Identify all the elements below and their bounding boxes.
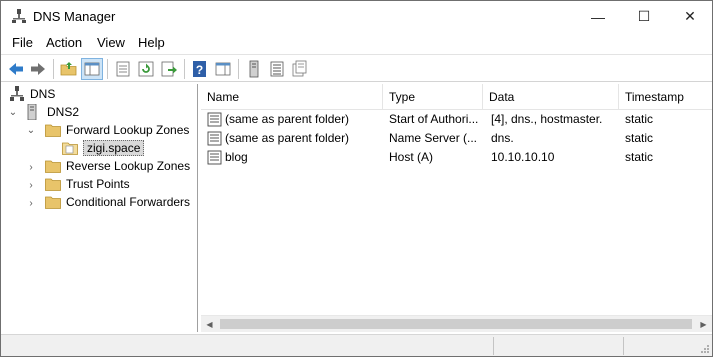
tree-item-dns[interactable]: DNS — [10, 85, 55, 103]
toolbar: ? — [1, 54, 712, 82]
status-bar — [1, 334, 712, 356]
chevron-right-icon[interactable]: › — [26, 199, 36, 209]
status-divider — [493, 337, 494, 355]
tree-label-selected: zigi.space — [83, 140, 145, 156]
list-header: Name Type Data Timestamp — [201, 84, 712, 110]
record-icon — [207, 150, 222, 165]
export-list-icon[interactable] — [159, 59, 179, 79]
dns-app-icon — [12, 9, 26, 23]
show-hide-tree-icon[interactable] — [81, 58, 103, 80]
record-icon[interactable] — [290, 59, 310, 79]
menu-view[interactable]: View — [97, 35, 125, 50]
table-row[interactable]: (same as parent folder) Name Server (...… — [201, 129, 712, 148]
scrollbar-thumb[interactable] — [220, 319, 692, 329]
cell-data: dns. — [491, 131, 514, 145]
svg-text:?: ? — [196, 63, 203, 77]
column-header-type[interactable]: Type — [383, 84, 483, 110]
scroll-right-icon[interactable]: ▶ — [695, 316, 712, 333]
table-row[interactable]: blog Host (A) 10.10.10.10 static — [201, 148, 712, 167]
zone-folder-icon — [62, 142, 78, 155]
records-list: Name Type Data Timestamp (same as parent… — [201, 84, 712, 332]
menu-action[interactable]: Action — [46, 35, 82, 50]
chevron-down-icon[interactable]: ⌄ — [26, 126, 36, 136]
maximize-button[interactable]: ☐ — [621, 1, 667, 32]
resize-grip-icon[interactable] — [699, 343, 710, 354]
zone-icon[interactable] — [267, 59, 287, 79]
action-pane-icon[interactable] — [213, 59, 233, 79]
column-header-data[interactable]: Data — [483, 84, 619, 110]
tree-item-dns2[interactable]: DNS2 — [27, 103, 79, 121]
horizontal-scrollbar[interactable]: ◀ ▶ — [201, 315, 712, 332]
server-icon[interactable] — [244, 59, 264, 79]
folder-icon — [45, 178, 61, 191]
cell-type: Start of Authori... — [389, 112, 479, 126]
cell-name: (same as parent folder) — [225, 112, 350, 126]
tree-label: Forward Lookup Zones — [66, 123, 190, 137]
tree-item-conditional-forwarders[interactable]: Conditional Forwarders — [45, 193, 190, 211]
back-icon[interactable] — [6, 59, 26, 79]
tree-label-dns: DNS — [30, 87, 56, 101]
server-icon — [27, 104, 37, 120]
chevron-down-icon[interactable]: ⌄ — [8, 108, 18, 118]
tree-label: Trust Points — [66, 177, 130, 191]
minimize-icon: — — [591, 8, 605, 25]
column-header-timestamp[interactable]: Timestamp — [619, 84, 712, 110]
window-title: DNS Manager — [33, 9, 116, 24]
chevron-right-icon[interactable]: › — [26, 181, 36, 191]
tree-label: Conditional Forwarders — [66, 195, 191, 209]
record-icon — [207, 112, 222, 127]
minimize-button[interactable]: — — [575, 1, 621, 32]
cell-name: blog — [225, 150, 248, 164]
help-icon[interactable]: ? — [190, 59, 210, 79]
dns-icon — [10, 86, 24, 101]
cell-data: 10.10.10.10 — [491, 150, 555, 164]
chevron-right-icon[interactable]: › — [26, 163, 36, 173]
menu-bar: File Action View Help — [1, 32, 712, 54]
title-bar[interactable]: DNS Manager — ☐ ✕ — [1, 1, 712, 32]
folder-icon — [45, 160, 61, 173]
table-row[interactable]: (same as parent folder) Start of Authori… — [201, 110, 712, 129]
tree-label-dns2: DNS2 — [47, 105, 80, 119]
status-divider — [623, 337, 624, 355]
cell-timestamp: static — [625, 112, 654, 126]
menu-help[interactable]: Help — [138, 35, 165, 50]
maximize-icon: ☐ — [637, 8, 651, 24]
tree-item-trust-points[interactable]: Trust Points — [45, 175, 130, 193]
close-icon: ✕ — [684, 8, 696, 24]
cell-name: (same as parent folder) — [225, 131, 350, 145]
folder-icon — [45, 124, 61, 137]
cell-type: Host (A) — [389, 150, 434, 164]
refresh-icon[interactable] — [136, 59, 156, 79]
cell-data: [4], dns., hostmaster. — [491, 112, 603, 126]
dns-manager-window: DNS Manager — ☐ ✕ File Action View Help — [0, 0, 713, 357]
properties-icon[interactable] — [113, 59, 133, 79]
cell-timestamp: static — [625, 131, 654, 145]
cell-timestamp: static — [625, 150, 654, 164]
forward-icon[interactable] — [28, 59, 48, 79]
cell-type: Name Server (... — [389, 131, 478, 145]
scroll-left-icon[interactable]: ◀ — [201, 316, 218, 333]
console-tree: DNS ⌄ DNS2 ⌄ Forward Lookup Zones zigi.s… — [2, 84, 198, 332]
folder-icon — [45, 196, 61, 209]
record-icon — [207, 131, 222, 146]
menu-file[interactable]: File — [12, 35, 33, 50]
column-header-name[interactable]: Name — [201, 84, 383, 110]
tree-item-zigi-space[interactable]: zigi.space — [62, 139, 145, 157]
tree-item-forward-lookup-zones[interactable]: Forward Lookup Zones — [45, 121, 189, 139]
close-button[interactable]: ✕ — [667, 1, 713, 32]
tree-item-reverse-lookup-zones[interactable]: Reverse Lookup Zones — [45, 157, 190, 175]
tree-label: Reverse Lookup Zones — [66, 159, 191, 173]
up-folder-icon[interactable] — [59, 59, 79, 79]
